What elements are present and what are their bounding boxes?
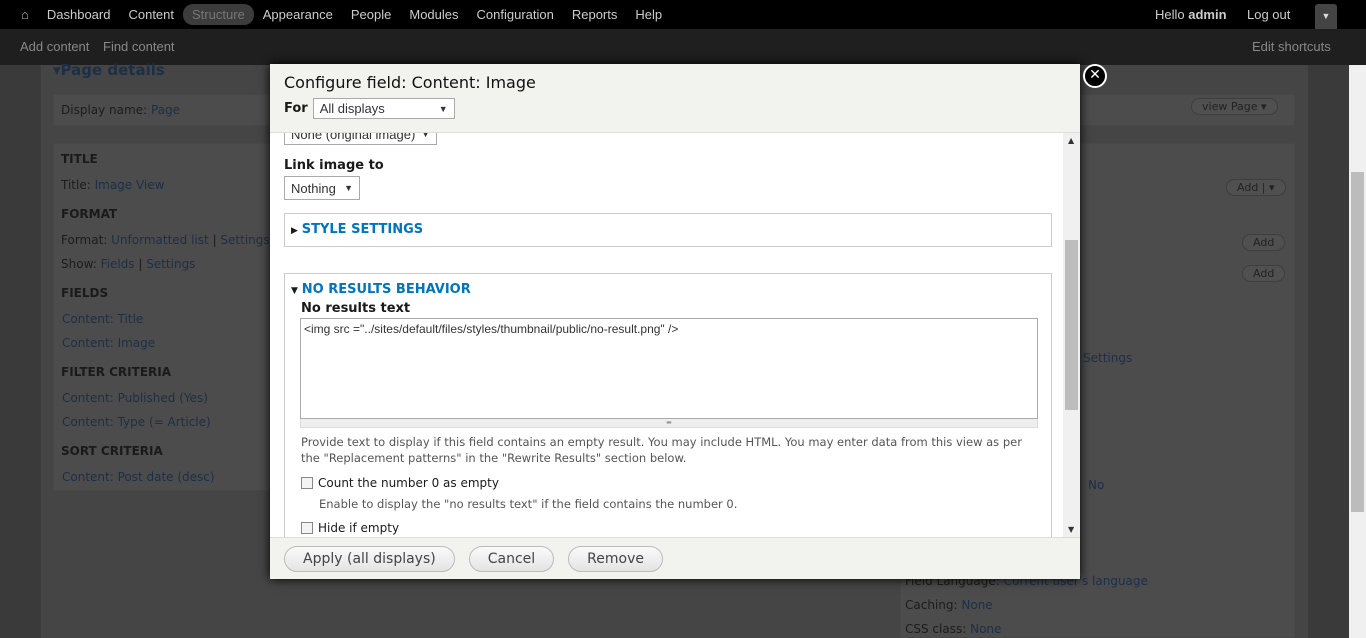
caching-link[interactable]: None xyxy=(961,598,992,612)
field-item[interactable]: Content: Image xyxy=(62,336,155,350)
add-button[interactable]: Add xyxy=(1242,234,1286,251)
count-zero-description: Enable to display the "no results text" … xyxy=(319,497,738,511)
show-link[interactable]: Fields xyxy=(101,257,135,271)
link-image-label: Link image to xyxy=(284,158,384,173)
close-icon[interactable]: ✕ xyxy=(1083,64,1107,88)
format-section: FORMAT xyxy=(61,207,118,221)
toolbar-reports[interactable]: Reports xyxy=(563,4,627,25)
add-button[interactable]: Add | ▾ xyxy=(1226,179,1286,196)
shortcut-find-content[interactable]: Find content xyxy=(103,39,175,54)
page-scrollbar[interactable] xyxy=(1349,65,1366,638)
add-button[interactable]: Add xyxy=(1242,265,1286,282)
dialog-scrollbar[interactable]: ▲ ▼ xyxy=(1063,133,1080,537)
no-results-textarea[interactable]: <img src ="../sites/default/files/styles… xyxy=(300,318,1038,419)
hide-empty-label: Hide if empty xyxy=(318,521,400,535)
apply-button[interactable]: Apply (all displays) xyxy=(284,545,455,572)
no-results-description: Provide text to display if this field co… xyxy=(301,435,1022,465)
fields-section: FIELDS xyxy=(61,286,109,300)
display-name-link[interactable]: Page xyxy=(151,103,180,117)
link-image-select[interactable]: Nothing ▼ xyxy=(284,176,360,200)
collapsed-arrow-icon: ▶ xyxy=(291,226,298,236)
view-page-button[interactable]: view Page ▾ xyxy=(1191,98,1278,115)
toolbar-dashboard[interactable]: Dashboard xyxy=(38,4,120,25)
toolbar-structure[interactable]: Structure xyxy=(183,4,254,25)
remove-button[interactable]: Remove xyxy=(568,545,663,572)
shortcut-add-content[interactable]: Add content xyxy=(20,39,89,54)
css-class-link[interactable]: None xyxy=(970,622,1001,636)
dialog-content: None (original image) ▼ Link image to Not… xyxy=(270,133,1080,537)
admin-toolbar: ⌂ Dashboard Content Structure Appearance… xyxy=(0,0,1366,29)
for-label: For xyxy=(284,101,308,116)
expanded-arrow-icon: ▼ xyxy=(291,286,298,296)
show-settings-link[interactable]: Settings xyxy=(146,257,195,271)
hide-empty-checkbox[interactable] xyxy=(301,522,313,534)
for-display-select[interactable]: All displays ▼ xyxy=(312,98,455,119)
no-link[interactable]: No xyxy=(1088,478,1104,492)
username: admin xyxy=(1188,7,1227,22)
count-zero-checkbox[interactable] xyxy=(301,477,313,489)
toolbar-content[interactable]: Content xyxy=(119,4,183,25)
dialog-title: Configure field: Content: Image xyxy=(284,73,536,92)
sort-section: SORT CRITERIA xyxy=(61,444,163,458)
no-results-fieldset: ▼ NO RESULTS BEHAVIOR No results text <i… xyxy=(284,273,1052,537)
title-section: TITLE xyxy=(61,152,98,166)
count-zero-label: Count the number 0 as empty xyxy=(318,476,499,490)
toolbar-configuration[interactable]: Configuration xyxy=(468,4,563,25)
toolbar-appearance[interactable]: Appearance xyxy=(254,4,342,25)
filter-item[interactable]: Content: Published (Yes) xyxy=(62,391,208,405)
image-style-select[interactable]: None (original image) ▼ xyxy=(284,133,437,145)
title-link[interactable]: Image View xyxy=(95,178,165,192)
no-results-text-label: No results text xyxy=(301,301,411,316)
edit-shortcuts-link[interactable]: Edit shortcuts xyxy=(1252,39,1331,54)
toolbar-modules[interactable]: Modules xyxy=(400,4,467,25)
format-link[interactable]: Unformatted list xyxy=(111,233,209,247)
logout-link[interactable]: Log out xyxy=(1247,7,1290,22)
field-item[interactable]: Content: Title xyxy=(62,312,143,326)
style-settings-fieldset[interactable]: ▶ STYLE SETTINGS xyxy=(284,213,1052,247)
configure-field-dialog: Configure field: Content: Image For All … xyxy=(270,64,1080,579)
home-icon[interactable]: ⌂ xyxy=(12,4,38,25)
cancel-button[interactable]: Cancel xyxy=(468,545,555,572)
textarea-resize-grip[interactable]: ▬ xyxy=(300,419,1038,428)
greeting: Hello admin xyxy=(1155,7,1227,22)
shortcut-bar: Add content Find content Edit shortcuts xyxy=(0,29,1366,65)
filter-item[interactable]: Content: Type (= Article) xyxy=(62,415,211,429)
format-settings-link[interactable]: Settings xyxy=(220,233,269,247)
toolbar-people[interactable]: People xyxy=(342,4,400,25)
toolbar-help[interactable]: Help xyxy=(626,4,671,25)
no-results-toggle[interactable]: ▼ NO RESULTS BEHAVIOR xyxy=(291,282,1045,297)
settings-link[interactable]: Settings xyxy=(1083,351,1132,365)
shortcuts-toggle-icon[interactable]: ▼ xyxy=(1315,4,1337,29)
page-details-toggle[interactable]: ▾Page details xyxy=(53,61,165,79)
filter-section: FILTER CRITERIA xyxy=(61,365,172,379)
sort-item[interactable]: Content: Post date (desc) xyxy=(62,470,215,484)
